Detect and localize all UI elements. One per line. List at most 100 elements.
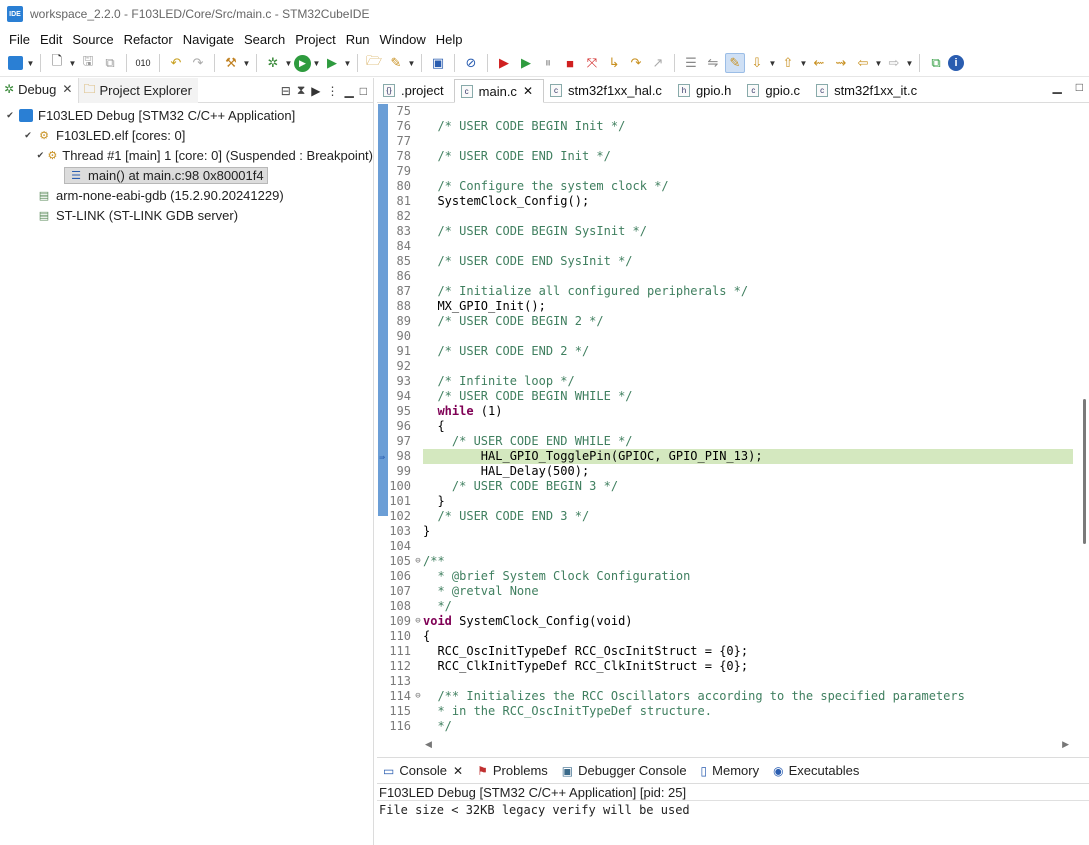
menu-edit[interactable]: Edit [35,32,67,47]
code-line[interactable]: 105 ⊖/** [377,554,1073,569]
menu-window[interactable]: Window [375,32,431,47]
code-line[interactable]: 99 HAL_Delay(500); [377,464,1073,479]
code-line[interactable]: 78 /* USER CODE END Init */ [377,149,1073,164]
step-return-icon[interactable]: ↗ [648,53,668,73]
tree-node-thread[interactable]: ✔ ⚙ Thread #1 [main] 1 [core: 0] (Suspen… [0,145,373,165]
menu-navigate[interactable]: Navigate [178,32,239,47]
next-annotation-icon[interactable]: ⇩ [747,53,767,73]
save-icon[interactable]: 🖫 [78,53,98,73]
code-line[interactable]: 97 /* USER CODE END WHILE */ [377,434,1073,449]
horizontal-scrollbar[interactable]: ◀ ▶ [421,737,1073,751]
close-icon[interactable]: ✕ [62,82,72,96]
code-line[interactable]: 98 HAL_GPIO_TogglePin(GPIOC, GPIO_PIN_13… [377,449,1073,464]
pin-icon[interactable]: ✎ [386,53,406,73]
remove-terminated-icon[interactable]: ⧗ [297,83,305,98]
undo-icon[interactable]: ↶ [166,53,186,73]
scrollbar-thumb[interactable] [1083,399,1086,544]
code-line[interactable]: 89 /* USER CODE BEGIN 2 */ [377,314,1073,329]
code-line[interactable]: 92 [377,359,1073,374]
resume-icon[interactable]: ▶ [516,53,536,73]
chevron-down-icon[interactable]: ▼ [242,59,251,68]
chevron-down-icon[interactable]: ▼ [68,59,77,68]
code-line[interactable]: 90 [377,329,1073,344]
code-line[interactable]: 86 [377,269,1073,284]
code-line[interactable]: 108 */ [377,599,1073,614]
open-perspective-icon[interactable]: ⧉ [926,53,946,73]
tab-stm32f1xx-hal-c[interactable]: c stm32f1xx_hal.c [544,78,672,102]
tab-memory[interactable]: ▯ Memory [695,758,768,784]
chevron-down-icon[interactable]: ▼ [343,59,352,68]
tree-node-launch[interactable]: ✔ F103LED Debug [STM32 C/C++ Application… [0,105,373,125]
code-line[interactable]: 75 [377,104,1073,119]
tree-node-elf[interactable]: ✔ ⚙ F103LED.elf [cores: 0] [0,125,373,145]
code-line[interactable]: 113 [377,674,1073,689]
previous-annotation-icon[interactable]: ⇧ [778,53,798,73]
code-line[interactable]: 100 /* USER CODE BEGIN 3 */ [377,479,1073,494]
disconnect-icon[interactable]: ⤧ [582,53,602,73]
code-line[interactable]: 104 [377,539,1073,554]
terminate-icon[interactable]: ■ [560,53,580,73]
back-arrow-icon[interactable]: ⇦ [853,53,873,73]
chevron-down-icon[interactable]: ✔ [36,150,45,161]
code-line[interactable]: 84 [377,239,1073,254]
scroll-right-icon[interactable]: ▶ [1062,739,1069,750]
tab-debugger-console[interactable]: ▣ Debugger Console [556,758,695,784]
reset-icon[interactable]: ▶ [494,53,514,73]
chevron-down-icon[interactable]: ▼ [284,59,293,68]
code-line[interactable]: 111 RCC_OscInitTypeDef RCC_OscInitStruct… [377,644,1073,659]
suspend-icon[interactable]: ⏸ [538,53,558,73]
highlight-icon[interactable]: ✎ [725,53,745,73]
menu-source[interactable]: Source [67,32,118,47]
tree-node-stack-frame[interactable]: ☰ main() at main.c:98 0x80001f4 [0,165,373,185]
resume-icon[interactable]: ▶ [311,84,320,98]
menu-run[interactable]: Run [341,32,375,47]
minimize-icon[interactable]: ▁ [1053,80,1062,94]
fold-toggle-icon[interactable]: ⊖ [413,614,423,629]
maximize-icon[interactable]: □ [1076,80,1083,94]
code-line[interactable]: 80 /* Configure the system clock */ [377,179,1073,194]
code-line[interactable]: 112 RCC_ClkInitTypeDef RCC_ClkInitStruct… [377,659,1073,674]
menu-refactor[interactable]: Refactor [119,32,178,47]
instruction-stepping-icon[interactable]: ☰ [681,53,701,73]
last-edit-location-icon[interactable]: ⇜ [809,53,829,73]
code-line[interactable]: 107 * @retval None [377,584,1073,599]
code-line[interactable]: 110 { [377,629,1073,644]
chevron-down-icon[interactable]: ▼ [874,59,883,68]
code-line[interactable]: 106 * @brief System Clock Configuration [377,569,1073,584]
terminal-icon[interactable]: ▣ [428,53,448,73]
menu-project[interactable]: Project [290,32,340,47]
tab-problems[interactable]: ⚑ Problems [471,758,556,784]
code-line[interactable]: 109 ⊖ void SystemClock_Config(void) [377,614,1073,629]
code-line[interactable]: 116 */ [377,719,1073,734]
collapse-all-icon[interactable]: ⊟ [281,84,291,98]
code-line[interactable]: 115 * in the RCC_OscInitTypeDef structur… [377,704,1073,719]
chevron-down-icon[interactable]: ✔ [4,110,16,121]
tab-gpio-c[interactable]: c gpio.c [741,78,810,102]
chevron-down-icon[interactable]: ✔ [22,130,34,141]
ide-perspective-icon[interactable] [5,53,25,73]
save-all-icon[interactable]: ⧉ [100,53,120,73]
code-line[interactable]: 83 /* USER CODE BEGIN SysInit */ [377,224,1073,239]
scroll-left-icon[interactable]: ◀ [425,739,432,750]
code-line[interactable]: 91 /* USER CODE END 2 */ [377,344,1073,359]
tab-stm32f1xx-it-c[interactable]: c stm32f1xx_it.c [810,78,927,102]
chevron-down-icon[interactable]: ▼ [799,59,808,68]
chevron-down-icon[interactable]: ▼ [768,59,777,68]
tab-console[interactable]: ▭ Console ✕ [377,758,471,784]
code-line[interactable]: 79 [377,164,1073,179]
selected-stack-frame[interactable]: ☰ main() at main.c:98 0x80001f4 [64,166,268,184]
tab-main-c[interactable]: c main.c ✕ [453,79,544,103]
step-over-icon[interactable]: ↷ [626,53,646,73]
close-icon[interactable]: ✕ [523,84,533,98]
menu-help[interactable]: Help [431,32,468,47]
code-line[interactable]: 88 MX_GPIO_Init(); [377,299,1073,314]
tab-project-file[interactable]: {} .project [377,78,454,102]
code-line[interactable]: 103} [377,524,1073,539]
fold-toggle-icon[interactable]: ⊖ [413,689,423,704]
open-folder-icon[interactable]: 🗁 [364,53,384,73]
chevron-down-icon[interactable]: ▼ [905,59,914,68]
step-into-icon[interactable]: ↳ [604,53,624,73]
code-line[interactable]: 102 /* USER CODE END 3 */ [377,509,1073,524]
tree-node-gdb[interactable]: ▤ arm-none-eabi-gdb (15.2.90.20241229) [0,185,373,205]
code-line[interactable]: 101 } [377,494,1073,509]
